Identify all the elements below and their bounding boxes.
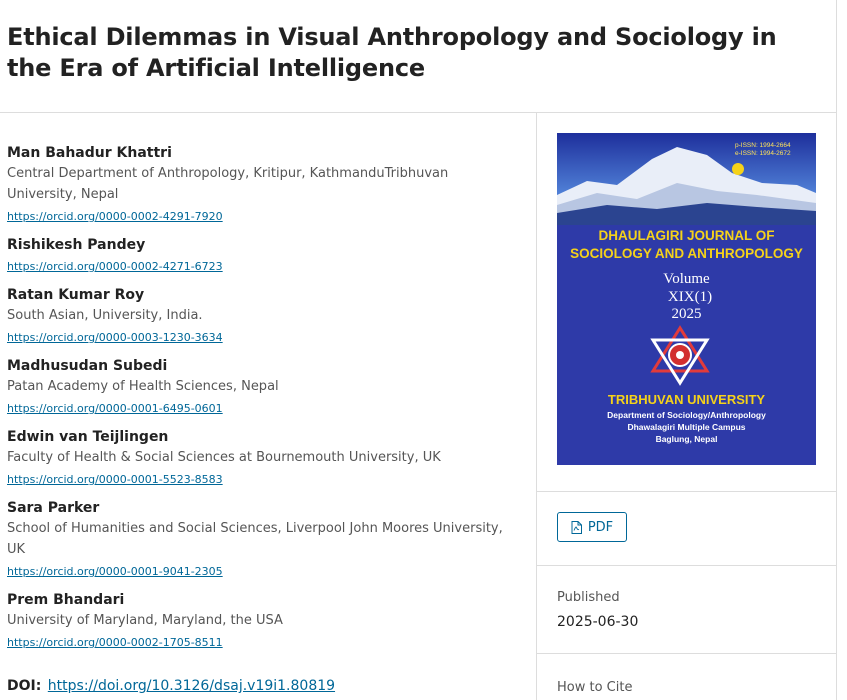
author-affiliation: Patan Academy of Health Sciences, Nepal — [7, 379, 279, 394]
author-affiliation: Central Department of Anthropology, Krit… — [7, 166, 449, 202]
author-item: Edwin van Teijlingen Faculty of Health &… — [7, 427, 507, 490]
author-name: Ratan Kumar Roy — [7, 287, 145, 303]
journal-cover-image[interactable]: p-ISSN: 1994-2664 e-ISSN: 1994-2672 DHAU… — [557, 133, 816, 465]
article-header: Ethical Dilemmas in Visual Anthropology … — [0, 0, 836, 113]
author-item: Sara Parker School of Humanities and Soc… — [7, 498, 507, 582]
author-affiliation: School of Humanities and Social Sciences… — [7, 521, 503, 557]
author-name: Man Bahadur Khattri — [7, 145, 172, 161]
author-orcid-link[interactable]: https://orcid.org/0000-0002-1705-8511 — [7, 633, 223, 653]
author-affiliation: Faculty of Health & Social Sciences at B… — [7, 450, 441, 465]
author-orcid-link[interactable]: https://orcid.org/0000-0002-4291-7920 — [7, 207, 223, 227]
author-item: Ratan Kumar Roy South Asian, University,… — [7, 285, 507, 348]
cover-volume-number: XIX(1) — [668, 289, 712, 305]
published-label: Published — [557, 590, 620, 605]
doi-label: DOI: — [7, 678, 42, 694]
article-sidebar: p-ISSN: 1994-2664 e-ISSN: 1994-2672 DHAU… — [537, 113, 836, 700]
author-orcid-link[interactable]: https://orcid.org/0000-0001-6495-0601 — [7, 399, 223, 419]
cover-location: Baglung, Nepal — [656, 434, 718, 444]
how-to-cite-label: How to Cite — [557, 680, 633, 695]
author-affiliation: South Asian, University, India. — [7, 308, 203, 323]
author-orcid-link[interactable]: https://orcid.org/0000-0001-5523-8583 — [7, 470, 223, 490]
sidebar-divider — [537, 565, 836, 566]
doi-row: DOI: https://doi.org/10.3126/dsaj.v19i1.… — [7, 676, 335, 696]
sidebar-divider — [537, 653, 836, 654]
file-pdf-icon — [571, 520, 582, 534]
doi-link[interactable]: https://doi.org/10.3126/dsaj.v19i1.80819 — [48, 678, 335, 694]
author-item: Prem Bhandari University of Maryland, Ma… — [7, 590, 507, 653]
published-date: 2025-06-30 — [557, 614, 639, 630]
cover-volume-label: Volume — [663, 271, 710, 287]
cover-campus: Dhawalagiri Multiple Campus — [627, 422, 745, 432]
sidebar-divider — [537, 491, 836, 492]
pdf-label: PDF — [587, 519, 614, 535]
author-item: Man Bahadur Khattri Central Department o… — [7, 143, 507, 227]
article-main: Man Bahadur Khattri Central Department o… — [0, 113, 536, 700]
author-affiliation: University of Maryland, Maryland, the US… — [7, 613, 283, 628]
cover-journal-line2: SOCIOLOGY AND ANTHROPOLOGY — [570, 246, 803, 261]
author-orcid-link[interactable]: https://orcid.org/0000-0001-9041-2305 — [7, 562, 223, 582]
author-name: Rishikesh Pandey — [7, 237, 146, 253]
cover-issn-online: e-ISSN: 1994-2672 — [735, 150, 791, 157]
author-orcid-link[interactable]: https://orcid.org/0000-0003-1230-3634 — [7, 328, 223, 348]
author-item: Rishikesh Pandey https://orcid.org/0000-… — [7, 235, 507, 277]
cover-journal-line1: DHAULAGIRI JOURNAL OF — [598, 228, 774, 243]
pdf-download-button[interactable]: PDF — [557, 512, 627, 542]
author-name: Sara Parker — [7, 500, 100, 516]
author-list: Man Bahadur Khattri Central Department o… — [7, 143, 507, 661]
page-right-border — [836, 0, 837, 700]
article-title: Ethical Dilemmas in Visual Anthropology … — [7, 23, 777, 82]
cover-year: 2025 — [672, 306, 702, 322]
author-name: Madhusudan Subedi — [7, 358, 168, 374]
author-item: Madhusudan Subedi Patan Academy of Healt… — [7, 356, 507, 419]
cover-issn-print: p-ISSN: 1994-2664 — [735, 142, 791, 149]
author-orcid-link[interactable]: https://orcid.org/0000-0002-4271-6723 — [7, 257, 223, 277]
author-name: Edwin van Teijlingen — [7, 429, 169, 445]
sun-icon — [732, 163, 744, 175]
cover-department: Department of Sociology/Anthropology — [607, 410, 766, 420]
author-name: Prem Bhandari — [7, 592, 125, 608]
cover-university: TRIBHUVAN UNIVERSITY — [608, 392, 766, 407]
